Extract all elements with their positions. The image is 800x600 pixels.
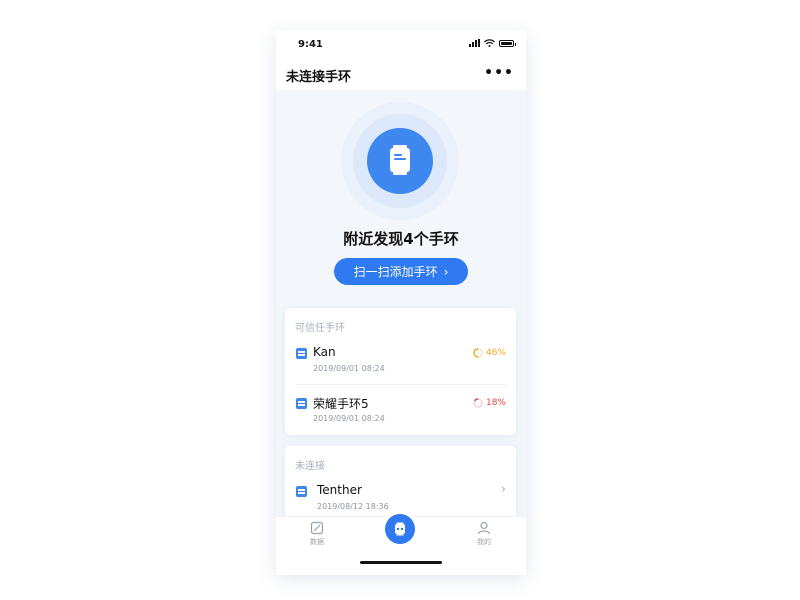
home-indicator bbox=[360, 561, 442, 564]
status-time: 9:41 bbox=[298, 39, 323, 50]
center-band-button[interactable] bbox=[385, 514, 415, 544]
band-date: 2019/09/01 08:24 bbox=[313, 364, 385, 373]
more-icon[interactable]: ••• bbox=[484, 66, 514, 80]
tab-data-label: 数据 bbox=[310, 538, 324, 546]
phone-screen: 9:41 未连接手环 ••• 附近发现4个手环 扫一扫添加手环 › 可信任手环 … bbox=[276, 30, 526, 575]
wifi-icon bbox=[484, 39, 495, 47]
band-name: 荣耀手环5 bbox=[313, 397, 369, 411]
band-name: Kan bbox=[313, 345, 336, 359]
tab-mine-label: 我的 bbox=[477, 538, 491, 546]
chevron-right-icon: › bbox=[500, 482, 506, 497]
battery-icon bbox=[499, 39, 516, 47]
battery-percent: 18% bbox=[485, 398, 506, 408]
band-icon bbox=[296, 486, 307, 497]
band-date: 2019/09/01 08:24 bbox=[313, 414, 385, 423]
band-icon bbox=[390, 145, 410, 175]
chevron-right-icon: › bbox=[443, 264, 449, 279]
scan-add-band-button[interactable]: 扫一扫添加手环 › bbox=[334, 258, 468, 285]
band-icon bbox=[395, 522, 405, 536]
band-name: Tenther bbox=[317, 483, 362, 497]
band-icon bbox=[296, 398, 307, 409]
trusted-bands-header: 可信任手环 bbox=[295, 323, 345, 334]
chart-icon bbox=[310, 521, 324, 535]
page-title: 未连接手环 bbox=[286, 70, 352, 85]
user-icon bbox=[477, 521, 491, 535]
battery-level: 18% bbox=[473, 398, 506, 408]
battery-level: 46% bbox=[473, 348, 506, 358]
scan-add-band-label: 扫一扫添加手环 bbox=[353, 265, 438, 279]
device-circle bbox=[367, 128, 433, 194]
signal-icon bbox=[469, 39, 480, 47]
disconnected-header: 未连接 bbox=[295, 461, 325, 472]
list-item-band[interactable]: 荣耀手环5 2019/09/01 08:24 18% bbox=[285, 390, 516, 438]
battery-percent: 46% bbox=[485, 348, 506, 358]
tab-bar: 数据 我的 bbox=[276, 514, 526, 575]
list-item-band[interactable]: Kan 2019/09/01 08:24 46% bbox=[285, 340, 516, 388]
found-count-text: 附近发现4个手环 bbox=[343, 230, 459, 248]
band-date: 2019/08/12 18:36 bbox=[317, 502, 389, 511]
divider bbox=[295, 384, 506, 385]
trusted-bands-card: 可信任手环 Kan 2019/09/01 08:24 46% 荣耀手环5 201… bbox=[285, 308, 516, 435]
band-icon bbox=[296, 348, 307, 359]
status-icons bbox=[469, 39, 516, 47]
battery-ring-icon bbox=[473, 398, 483, 408]
nav-bar: 未连接手环 ••• bbox=[276, 58, 526, 90]
status-bar: 9:41 bbox=[276, 30, 526, 58]
tab-data[interactable]: 数据 bbox=[297, 521, 337, 547]
tab-mine[interactable]: 我的 bbox=[464, 521, 504, 547]
battery-ring-icon bbox=[473, 348, 483, 358]
